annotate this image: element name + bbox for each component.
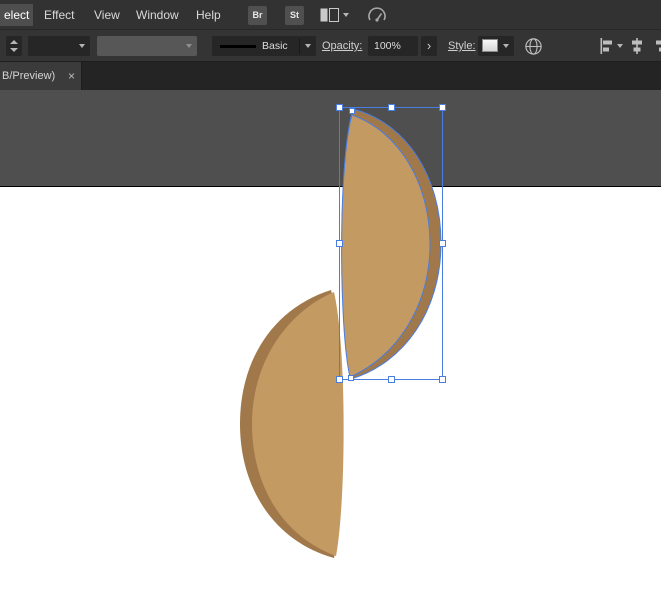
chevron-down-icon xyxy=(186,44,192,48)
divider xyxy=(299,38,300,54)
chevron-down-icon xyxy=(503,44,509,48)
close-icon[interactable]: × xyxy=(68,69,75,83)
canvas-area[interactable] xyxy=(0,90,661,606)
align-center-button[interactable] xyxy=(630,38,644,57)
more-options-button[interactable]: › xyxy=(421,36,437,56)
artwork-layer xyxy=(240,104,446,558)
align-left-button[interactable] xyxy=(600,38,614,57)
selection-handle[interactable] xyxy=(336,104,343,111)
chevron-down-icon xyxy=(343,13,349,17)
selection-handle[interactable] xyxy=(388,376,395,383)
menu-item-select[interactable]: elect xyxy=(0,4,34,26)
document-tab-label: B/Preview) xyxy=(2,70,56,82)
opacity-value-field[interactable]: 100% xyxy=(368,36,418,56)
menu-item-help[interactable]: Help xyxy=(192,4,225,26)
brush-definition-dropdown[interactable]: Basic xyxy=(212,36,316,56)
chevron-down-icon xyxy=(305,44,311,48)
menu-bar: elect Effect View Window Help Br St xyxy=(0,0,661,30)
stepper-down-icon xyxy=(10,48,18,52)
menu-item-window[interactable]: Window xyxy=(132,4,183,26)
selection-handle[interactable] xyxy=(336,240,343,247)
chevron-down-icon xyxy=(79,44,85,48)
selection-handle[interactable] xyxy=(439,376,446,383)
stroke-preview-line xyxy=(220,45,256,48)
gpu-performance-icon[interactable] xyxy=(366,6,388,29)
chevron-down-icon xyxy=(617,44,623,48)
opacity-label[interactable]: Opacity: xyxy=(322,40,362,52)
bridge-button[interactable]: Br xyxy=(248,6,267,25)
stepper-up-icon xyxy=(10,40,18,44)
globe-icon[interactable] xyxy=(524,37,543,59)
stock-button[interactable]: St xyxy=(285,6,304,25)
upper-crescent-body[interactable] xyxy=(341,114,431,378)
anchor-point[interactable] xyxy=(348,375,354,381)
document-tab[interactable]: B/Preview) × xyxy=(0,62,82,90)
selection-handle[interactable] xyxy=(439,104,446,111)
style-swatch xyxy=(482,39,498,52)
style-label[interactable]: Style: xyxy=(448,40,476,52)
document-tab-bar: B/Preview) × xyxy=(0,62,661,90)
stroke-dropdown-disabled[interactable] xyxy=(97,36,197,56)
anchor-point[interactable] xyxy=(349,108,355,114)
align-right-button[interactable] xyxy=(654,38,661,57)
selection-handle[interactable] xyxy=(336,376,343,383)
workspace-switcher-icon[interactable] xyxy=(320,8,340,27)
selection-handle[interactable] xyxy=(439,240,446,247)
illustrator-window: elect Effect View Window Help Br St Basi… xyxy=(0,0,661,606)
control-bar: Basic Opacity: 100% › Style: xyxy=(0,30,661,62)
style-dropdown[interactable] xyxy=(478,36,514,56)
lower-crescent-body[interactable] xyxy=(252,292,344,556)
brush-definition-label: Basic xyxy=(262,40,288,52)
menu-item-view[interactable]: View xyxy=(90,4,124,26)
value-stepper[interactable] xyxy=(6,36,22,56)
menu-item-effect[interactable]: Effect xyxy=(40,4,78,26)
selection-handle[interactable] xyxy=(388,104,395,111)
fill-dropdown[interactable] xyxy=(28,36,90,56)
